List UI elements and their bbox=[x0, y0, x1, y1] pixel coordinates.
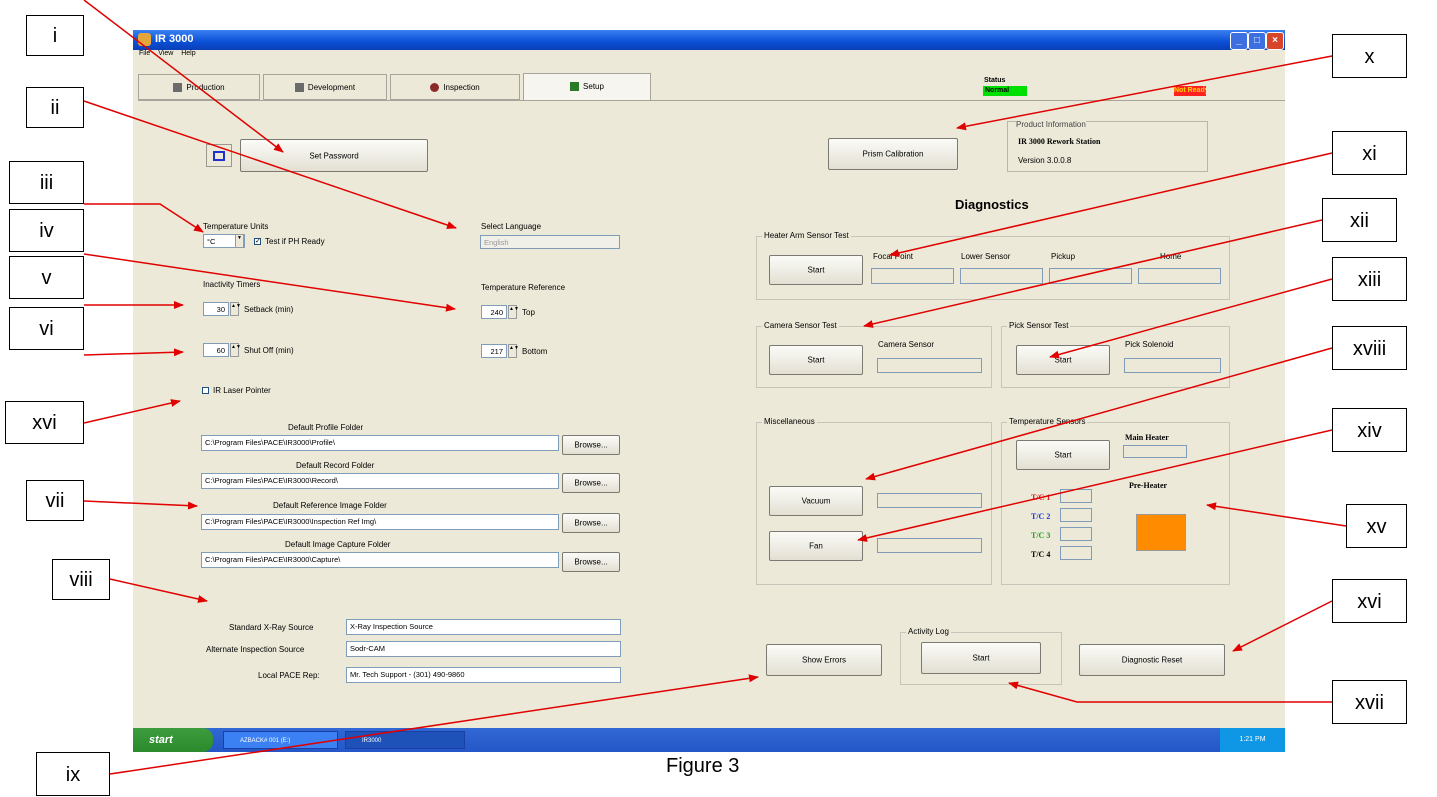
callout-arrows bbox=[83, 0, 1347, 775]
